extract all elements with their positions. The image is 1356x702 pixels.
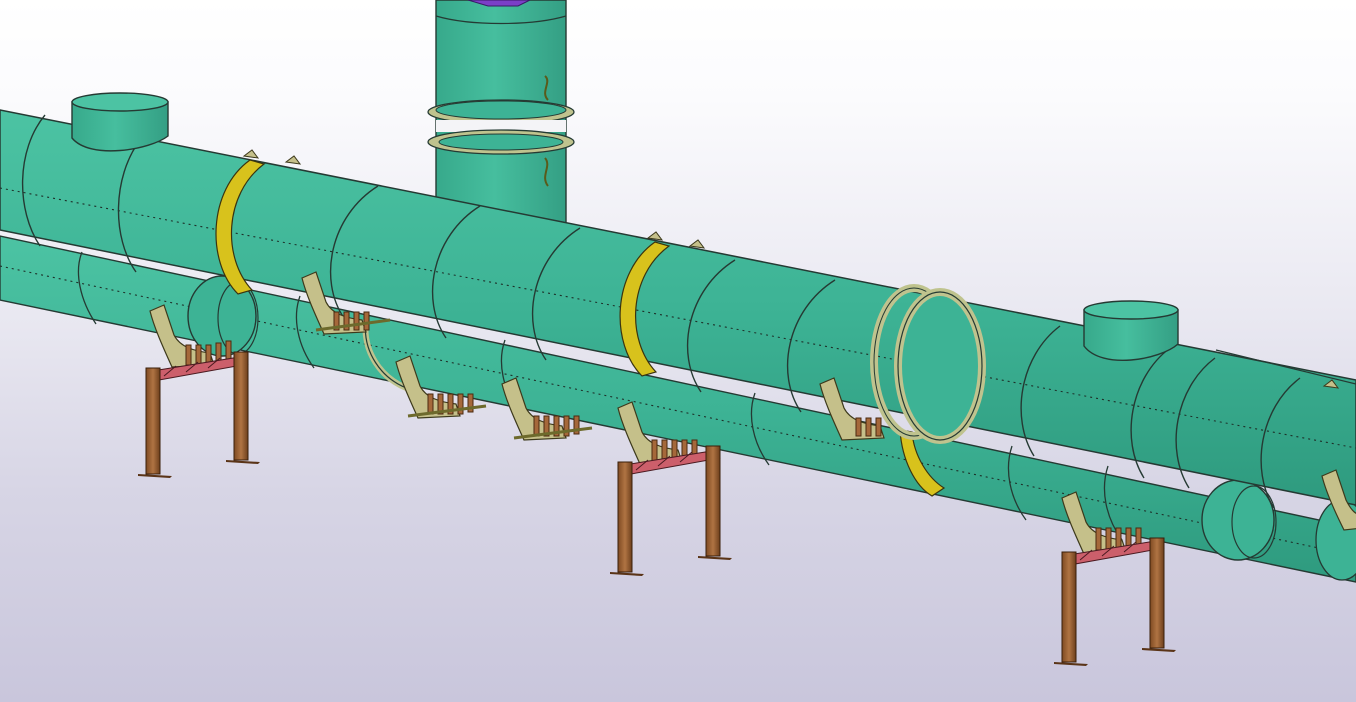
frame-3-leg-left [1061,551,1077,663]
frame-1[interactable] [138,351,260,478]
frame-3[interactable] [1054,537,1176,666]
frame-2-leg-right [705,445,721,557]
pipe-model-scene[interactable] [0,0,1356,702]
3d-viewport[interactable] [0,0,1356,702]
frame-1-leg-right [233,351,249,461]
nozzle-right[interactable] [1083,300,1179,361]
frame-2[interactable] [610,445,732,576]
nozzle-left[interactable] [71,92,169,152]
frame-1-leg-left [145,367,161,475]
frame-2-leg-left [617,461,633,573]
frame-3-leg-right [1149,537,1165,649]
branch-vertical[interactable] [427,0,575,233]
